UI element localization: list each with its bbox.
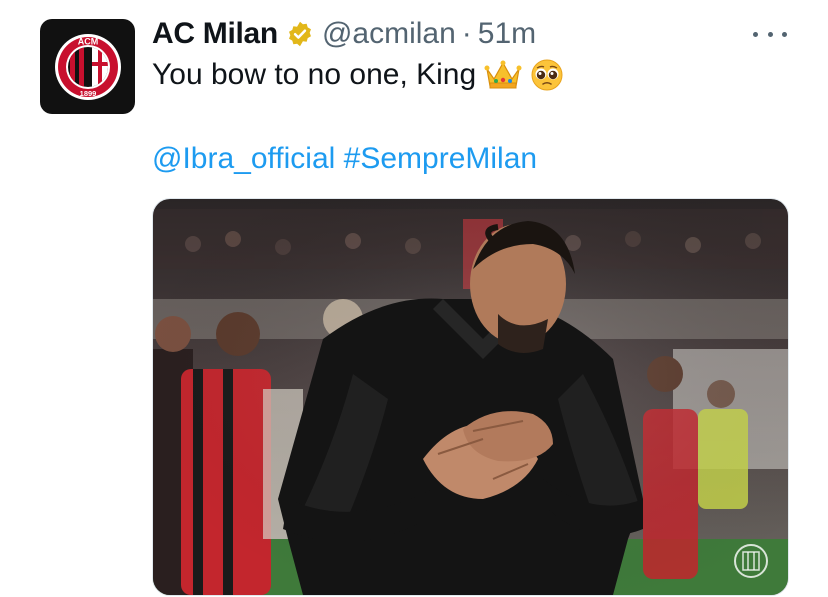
author-name[interactable]: AC Milan xyxy=(152,17,278,51)
tweet-links: @Ibra_official #SempreMilan xyxy=(152,142,537,176)
tweet-text: You bow to no one, King xyxy=(152,58,477,91)
timestamp[interactable]: 51m xyxy=(478,17,536,51)
crest-year: 1899 xyxy=(79,89,96,98)
tweet-image[interactable] xyxy=(152,198,789,596)
tweet-header: AC Milan @acmilan · 51m xyxy=(152,14,536,54)
crest-top-text: ACM xyxy=(77,36,98,46)
tweet-body: You bow to no one, King xyxy=(152,58,564,92)
crown-emoji xyxy=(484,59,522,91)
hashtag-link[interactable]: #SempreMilan xyxy=(344,142,537,175)
photo-player-bowing xyxy=(153,199,788,595)
mention-link[interactable]: @Ibra_official xyxy=(152,142,335,175)
avatar[interactable]: ACM 1899 xyxy=(40,19,135,114)
pleading-face-emoji xyxy=(530,58,564,92)
author-handle[interactable]: @acmilan xyxy=(322,17,456,51)
separator-dot: · xyxy=(461,17,472,50)
ac-milan-crest-icon: ACM 1899 xyxy=(54,33,121,100)
more-options-icon[interactable] xyxy=(753,22,787,46)
verified-badge-icon[interactable] xyxy=(286,20,314,48)
